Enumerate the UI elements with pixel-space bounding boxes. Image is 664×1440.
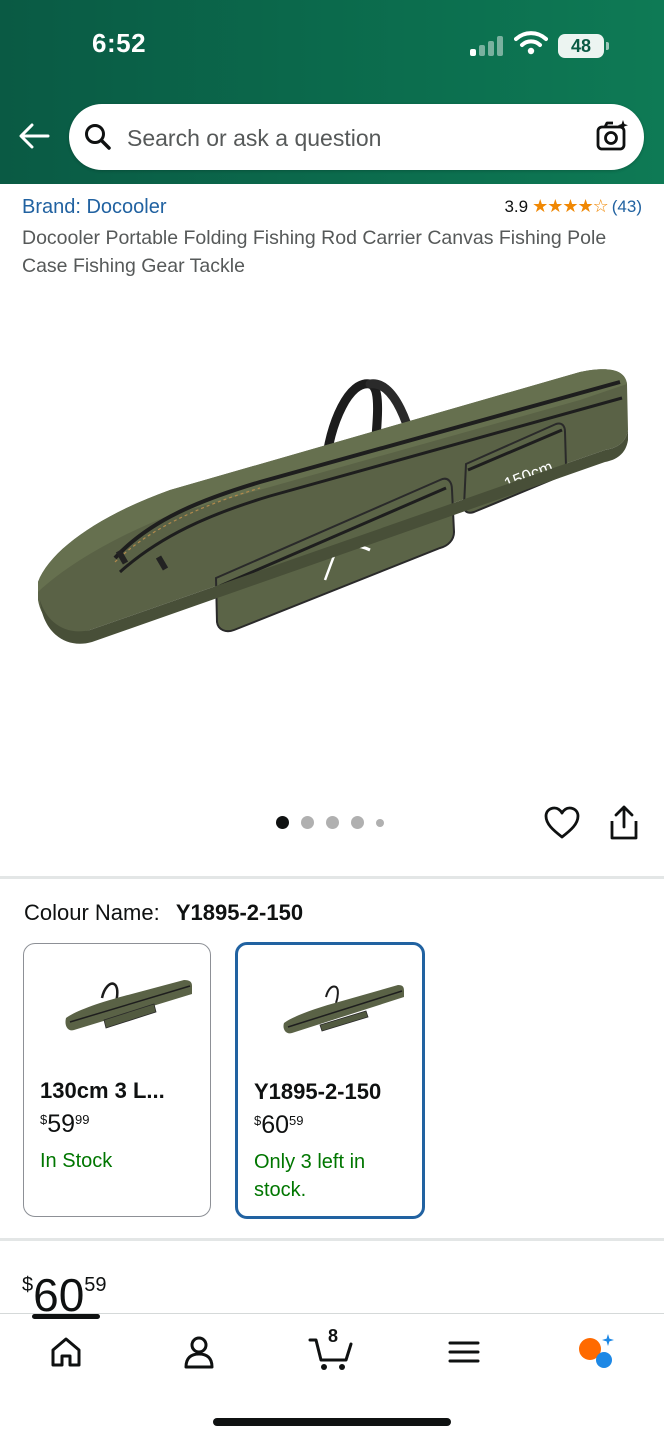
search-input[interactable]: Search or ask a question (127, 125, 381, 152)
colour-label: Colour Name: (24, 900, 160, 925)
cart-count: 8 (328, 1326, 339, 1346)
colour-option-stock: In Stock (40, 1150, 113, 1172)
rating-value: 3.9 (504, 196, 529, 216)
colour-option-image (65, 980, 192, 1031)
assistant-icon[interactable] (576, 1332, 616, 1372)
menu-icon[interactable] (444, 1332, 484, 1372)
price-symbol: $ (254, 1113, 262, 1128)
home-icon[interactable] (46, 1332, 86, 1372)
price-whole: 59 (47, 1110, 76, 1138)
carousel-dot[interactable] (351, 816, 364, 829)
wifi-icon (514, 31, 548, 55)
product-title: Docooler Portable Folding Fishing Rod Ca… (22, 227, 607, 277)
colour-option-name: 130cm 3 L... (40, 1078, 165, 1103)
price-symbol: $ (22, 1274, 34, 1296)
cart-button[interactable]: 8 (308, 1326, 354, 1372)
image-carousel-dots[interactable] (276, 816, 384, 829)
colour-option-price: $6059 (254, 1111, 304, 1140)
colour-name-row: Colour Name: Y1895-2-150 (24, 900, 303, 926)
rating-summary[interactable]: 3.9 ★★★★☆ (43) (504, 196, 642, 217)
colour-option-y1895-2-150[interactable]: Y1895-2-150 $6059 Only 3 left in stock. (235, 942, 425, 1219)
carousel-dot[interactable] (326, 816, 339, 829)
camera-search-icon[interactable] (594, 118, 630, 154)
colour-option-image (283, 985, 404, 1034)
share-icon[interactable] (606, 804, 642, 842)
search-bar[interactable]: Search or ask a question (69, 104, 644, 170)
colour-option-stock: Only 3 left in stock. (254, 1151, 366, 1201)
product-page: 6:52 48 Search or ask a question Brand: … (0, 0, 664, 1440)
search-icon (85, 124, 111, 150)
brand-link[interactable]: Brand: Docooler (22, 196, 167, 219)
app-header: 6:52 48 Search or ask a question (0, 0, 664, 184)
colour-option-130cm[interactable]: 130cm 3 L... $5999 In Stock (23, 943, 211, 1217)
colour-option-price: $5999 (40, 1110, 90, 1139)
cellular-signal-icon (470, 36, 506, 56)
rating-count[interactable]: (43) (612, 197, 642, 217)
status-time: 6:52 (92, 28, 147, 58)
section-divider (0, 1238, 664, 1241)
account-icon[interactable] (179, 1332, 219, 1372)
carousel-dot[interactable] (276, 816, 289, 829)
carousel-dot[interactable] (301, 816, 314, 829)
colour-value: Y1895-2-150 (175, 900, 304, 925)
back-arrow-icon[interactable] (16, 118, 52, 154)
price-fraction: 99 (75, 1112, 90, 1127)
price-whole: 60 (261, 1111, 290, 1139)
price-fraction: 59 (289, 1113, 304, 1128)
carousel-dot[interactable] (376, 818, 384, 827)
product-image[interactable]: 150cm (20, 300, 644, 780)
home-indicator-bar[interactable] (213, 1418, 451, 1426)
battery-icon: 48 (558, 34, 609, 58)
section-divider (0, 876, 664, 879)
heart-icon[interactable] (543, 804, 581, 842)
price-symbol: $ (40, 1112, 48, 1127)
colour-option-name: Y1895-2-150 (254, 1079, 382, 1104)
price-fraction: 59 (84, 1274, 107, 1296)
star-rating-icon: ★★★★☆ (532, 196, 609, 216)
home-active-indicator (32, 1314, 100, 1319)
